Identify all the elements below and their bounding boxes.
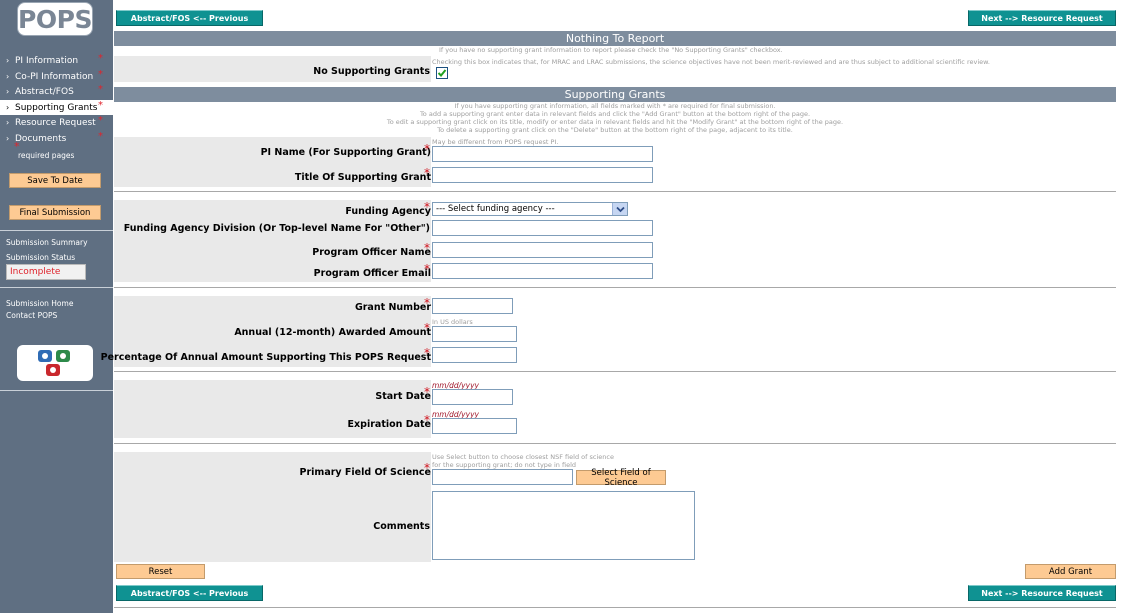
officer-email-input[interactable]	[432, 263, 653, 279]
awarded-amount-input[interactable]	[432, 326, 517, 342]
checkbox-note: Checking this box indicates that, for MR…	[432, 58, 990, 66]
required-star: *	[424, 413, 430, 427]
sidebar-item-pi-information[interactable]: › PI Information *	[0, 53, 113, 69]
required-marker: *	[98, 115, 103, 126]
funding-agency-selected: --- Select funding agency ---	[436, 204, 555, 214]
funding-division-label: Funding Agency Division (Or Top-level Na…	[123, 223, 430, 234]
sidebar-item-resource-request[interactable]: › Resource Request *	[0, 115, 113, 131]
sidebar-item-label: Supporting Grants	[15, 102, 98, 113]
previous-button[interactable]: Abstract/FOS <-- Previous	[116, 10, 263, 26]
officer-email-label: Program Officer Email	[313, 268, 431, 279]
primary-fos-input[interactable]	[432, 469, 573, 485]
instruction-line: To delete a supporting grant click on th…	[437, 126, 793, 134]
grant-number-input[interactable]	[432, 298, 513, 314]
next-button-bottom[interactable]: Next --> Resource Request	[968, 585, 1116, 601]
next-button[interactable]: Next --> Resource Request	[968, 10, 1116, 26]
nothing-to-report-note: If you have no supporting grant informat…	[439, 46, 783, 54]
sidebar-nav: › PI Information * › Co-PI Information * ›…	[0, 53, 113, 146]
logo-text: POPS	[18, 4, 92, 34]
pi-name-label: PI Name (For Supporting Grant)	[260, 147, 431, 158]
submission-status-label: Submission Status	[6, 253, 76, 262]
required-marker: *	[98, 53, 103, 64]
chevron-right-icon: ›	[6, 118, 10, 127]
submission-summary-link[interactable]: Submission Summary	[6, 238, 88, 247]
funding-agency-select[interactable]: --- Select funding agency ---	[432, 202, 628, 216]
chevron-right-icon: ›	[6, 102, 10, 112]
reset-button[interactable]: Reset	[116, 564, 205, 579]
required-star: *	[424, 241, 430, 255]
sidebar-item-supporting-grants[interactable]: › Supporting Grants *	[0, 99, 113, 115]
sidebar: POPS › PI Information * › Co-PI Informatio…	[0, 0, 113, 613]
divider	[114, 607, 1116, 608]
divider	[114, 191, 1116, 192]
required-legend-text: required pages	[18, 151, 75, 160]
badge-icon	[38, 350, 70, 376]
required-star: *	[424, 142, 430, 156]
officer-name-label: Program Officer Name	[312, 247, 431, 258]
chevron-down-icon[interactable]	[612, 203, 627, 215]
required-star: *	[424, 200, 430, 214]
final-submission-button[interactable]: Final Submission	[9, 205, 101, 220]
divider	[114, 287, 1116, 288]
funding-agency-label: Funding Agency	[345, 206, 431, 217]
percentage-input[interactable]	[432, 347, 517, 363]
grant-title-label: Title Of Supporting Grant	[294, 172, 431, 183]
select-field-of-science-button[interactable]: Select Field of Science	[576, 468, 666, 488]
divider	[114, 371, 1116, 372]
nothing-to-report-header: Nothing To Report	[114, 31, 1116, 46]
no-supporting-grants-label: No Supporting Grants	[313, 66, 430, 77]
check-icon	[437, 69, 447, 77]
funding-division-input[interactable]	[432, 220, 653, 236]
required-marker: *	[98, 99, 103, 111]
required-marker: *	[98, 130, 103, 142]
pops-logo: POPS	[17, 2, 93, 36]
submission-home-link[interactable]: Submission Home	[6, 299, 73, 308]
comments-textarea[interactable]	[432, 491, 695, 560]
previous-button-bottom[interactable]: Abstract/FOS <-- Previous	[116, 585, 263, 601]
pi-name-input[interactable]	[432, 146, 653, 162]
start-date-label: Start Date	[375, 391, 431, 402]
comments-label: Comments	[373, 521, 430, 532]
expiration-date-input[interactable]	[432, 418, 517, 434]
required-star: *	[424, 262, 430, 276]
required-star: *	[424, 166, 430, 180]
awarded-amount-label: Annual (12-month) Awarded Amount	[234, 327, 431, 338]
expiration-date-label: Expiration Date	[347, 419, 431, 430]
divider	[114, 443, 1116, 444]
contact-pops-link[interactable]: Contact POPS	[6, 311, 57, 320]
required-marker: *	[98, 68, 103, 80]
sidebar-item-label: PI Information	[15, 56, 79, 66]
percentage-label: Percentage Of Annual Amount Supporting T…	[100, 352, 431, 363]
no-supporting-grants-checkbox[interactable]	[436, 67, 448, 79]
required-marker: *	[98, 84, 103, 95]
sidebar-item-label: Documents	[15, 133, 67, 144]
start-date-input[interactable]	[432, 389, 513, 405]
required-star: *	[424, 346, 430, 360]
divider	[0, 287, 113, 288]
sidebar-item-co-pi-information[interactable]: › Co-PI Information *	[0, 69, 113, 85]
grant-number-label: Grant Number	[354, 302, 431, 313]
officer-name-input[interactable]	[432, 242, 653, 258]
divider	[0, 390, 113, 391]
save-to-date-button[interactable]: Save To Date	[9, 173, 101, 188]
accessibility-badge	[17, 345, 93, 381]
required-star: *	[424, 296, 430, 310]
sidebar-item-label: Abstract/FOS	[15, 87, 74, 97]
grant-title-input[interactable]	[432, 167, 653, 183]
add-grant-button[interactable]: Add Grant	[1025, 564, 1116, 579]
divider	[0, 230, 113, 231]
chevron-right-icon: ›	[6, 71, 10, 81]
chevron-right-icon: ›	[6, 87, 10, 96]
sidebar-item-abstract-fos[interactable]: › Abstract/FOS *	[0, 84, 113, 100]
required-star: *	[424, 461, 430, 475]
status-badge: Incomplete	[6, 264, 86, 280]
primary-fos-label: Primary Field Of Science	[299, 467, 431, 478]
required-star: *	[424, 385, 430, 399]
chevron-right-icon: ›	[6, 56, 10, 65]
sidebar-item-label: Co-PI Information	[15, 71, 94, 82]
sidebar-item-label: Resource Request	[15, 118, 96, 128]
supporting-grants-header: Supporting Grants	[114, 87, 1116, 102]
required-star: *	[424, 321, 430, 335]
